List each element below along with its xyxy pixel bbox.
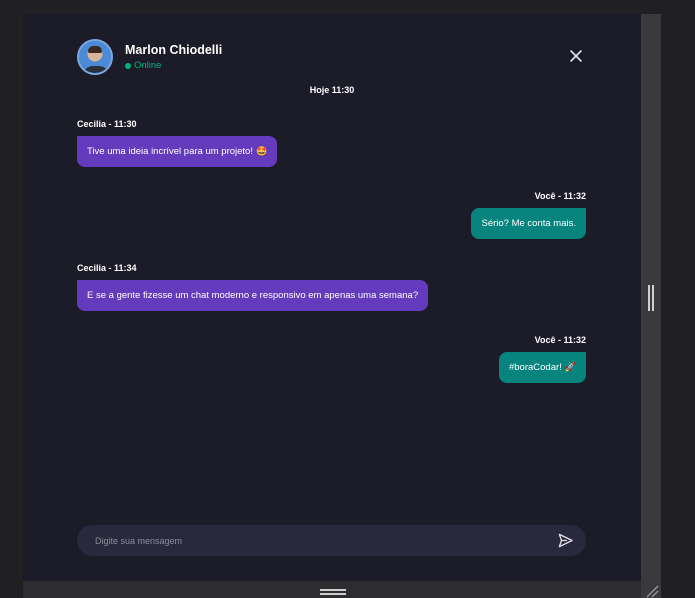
message-text: Tive uma ideia incrível para um projeto! <box>87 146 253 157</box>
star-struck-emoji-icon: 🤩 <box>255 146 268 156</box>
contact-status: Online <box>125 60 222 71</box>
message-text: Sério? Me conta mais. <box>481 218 576 229</box>
close-icon[interactable] <box>568 48 584 64</box>
vertical-resize-handle[interactable] <box>648 285 654 311</box>
message-text: E se a gente fizesse um chat moderno e r… <box>87 290 419 301</box>
chat-header: Marlon Chiodelli Online <box>77 39 222 75</box>
contact-info: Marlon Chiodelli Online <box>125 43 222 71</box>
sent-message-bubble: Sério? Me conta mais. <box>471 208 586 239</box>
message-meta: Cecilia - 11:34 <box>77 263 137 273</box>
send-icon[interactable] <box>557 532 574 549</box>
online-dot-icon <box>125 62 131 69</box>
message-input[interactable] <box>95 525 535 556</box>
received-message-bubble: E se a gente fizesse um chat moderno e r… <box>77 280 429 311</box>
message-meta: Você - 11:32 <box>534 191 586 201</box>
received-message-bubble: Tive uma ideia incrível para um projeto!… <box>77 136 278 167</box>
corner-resize-grip-icon[interactable] <box>645 584 659 598</box>
status-text: Online <box>134 60 162 71</box>
message-meta: Você - 11:32 <box>534 335 586 345</box>
horizontal-resize-handle[interactable] <box>320 589 346 595</box>
message-text: #boraCodar! <box>508 362 562 373</box>
contact-name: Marlon Chiodelli <box>125 43 223 57</box>
rocket-emoji-icon: 🚀 <box>564 362 576 372</box>
chat-panel: Marlon Chiodelli Online Hoje 11:30 Cecil… <box>23 14 641 581</box>
avatar <box>77 39 113 75</box>
message-composer <box>77 525 586 556</box>
message-meta: Cecilia - 11:30 <box>77 119 137 129</box>
sent-message-bubble: #boraCodar! 🚀 <box>498 352 586 383</box>
day-separator: Hoje 11:30 <box>309 85 355 95</box>
